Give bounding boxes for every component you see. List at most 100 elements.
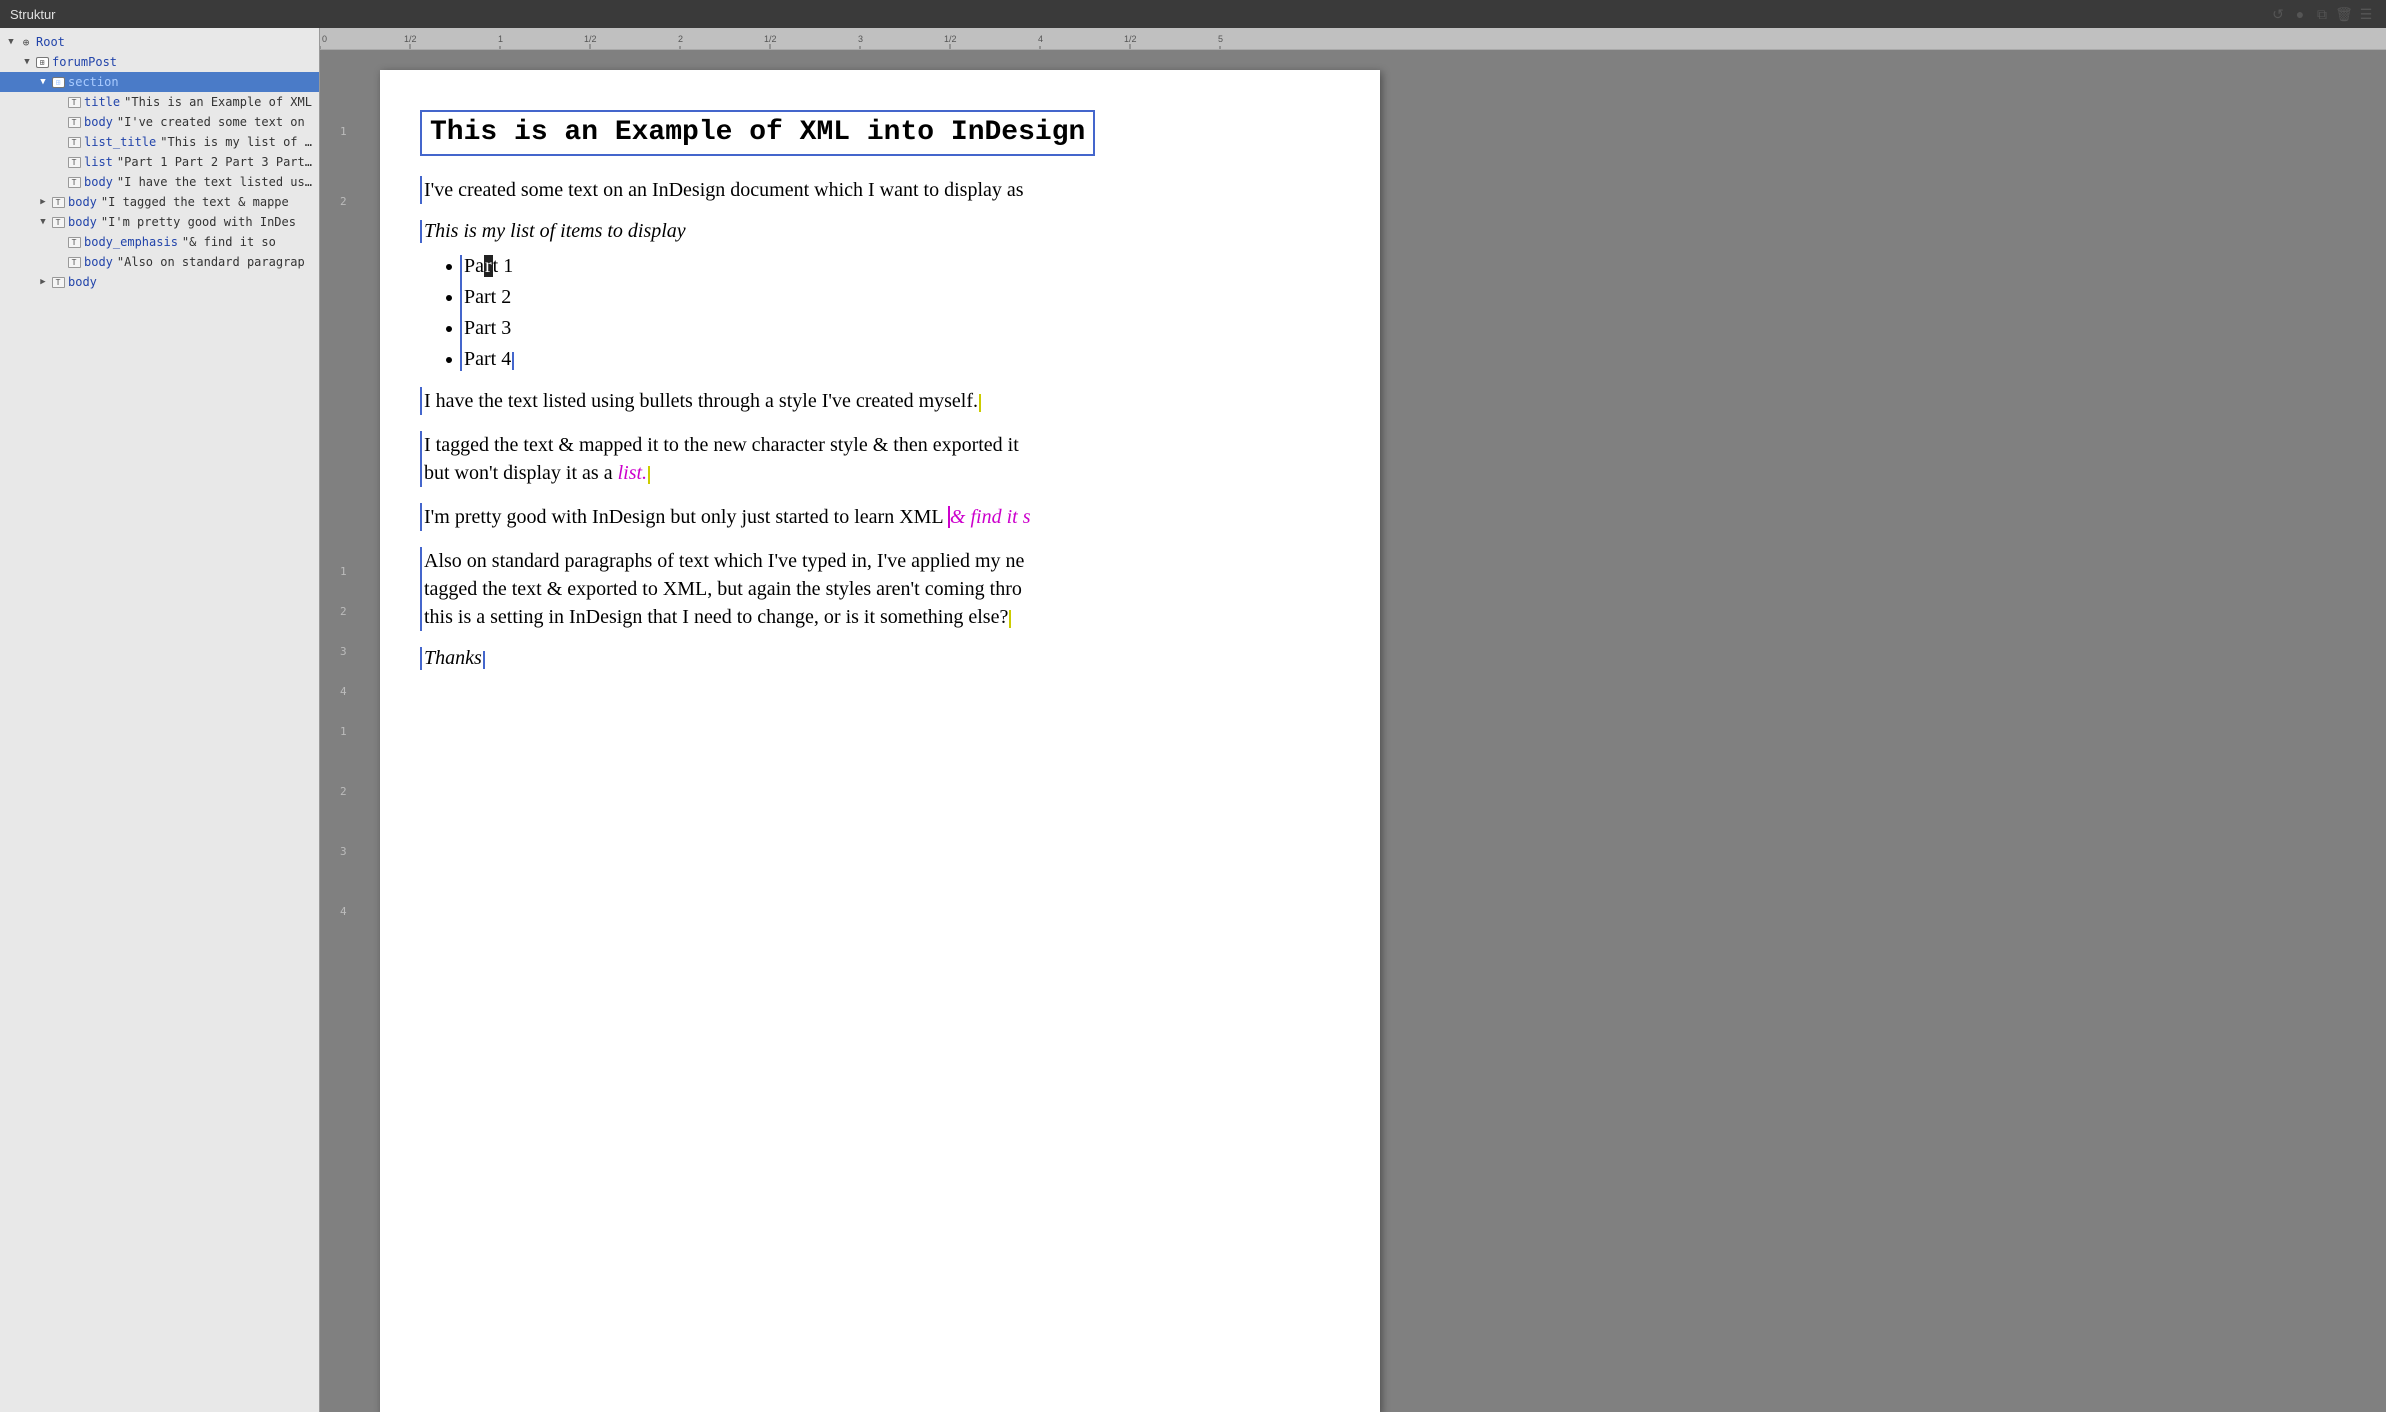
- record-btn[interactable]: ●: [2290, 4, 2310, 24]
- tree-node-body2[interactable]: T body "I have the text listed using: [0, 172, 319, 192]
- icon-title: T: [66, 95, 82, 109]
- icon-section: ⊞: [50, 75, 66, 89]
- tree-node-title[interactable]: T title "This is an Example of XML: [0, 92, 319, 112]
- tree-node-section[interactable]: ▼ ⊞ section: [0, 72, 319, 92]
- document-body3: I tagged the text & mapped it to the new…: [420, 431, 1340, 487]
- document-thanks: Thanks: [420, 647, 1340, 670]
- label-body2: body: [84, 175, 113, 189]
- value-body4: "I'm pretty good with InDes: [101, 215, 296, 229]
- document-area[interactable]: 0 1/2 1 1/2 2 1/2 3 1/2 4 1/2: [320, 28, 2386, 1412]
- page-num-2b: 2: [340, 606, 360, 646]
- svg-text:1/2: 1/2: [944, 34, 957, 44]
- svg-text:4: 4: [1038, 34, 1043, 44]
- toggle-root[interactable]: ▼: [4, 35, 18, 49]
- page-num-3c: 3: [340, 846, 360, 906]
- toggle-forumPost[interactable]: ▼: [20, 55, 34, 69]
- page-num-4b: 4: [340, 686, 360, 726]
- value-title: "This is an Example of XML: [124, 95, 312, 109]
- title-bar: Struktur ↺ ● ⧉ 🗑 ☰: [0, 0, 2386, 28]
- list-item-3-text: Part 3: [464, 317, 511, 339]
- page-num-2c: 2: [340, 786, 360, 846]
- list-item-2-text: Part 2: [464, 286, 511, 308]
- list-item-1-text: Part 1: [464, 255, 513, 277]
- value-list-title: "This is my list of items: [160, 135, 315, 149]
- tree-node-body-emphasis[interactable]: T body_emphasis "& find it so: [0, 232, 319, 252]
- icon-body-emphasis: T: [66, 235, 82, 249]
- ruler-svg: 0 1/2 1 1/2 2 1/2 3 1/2 4 1/2: [320, 28, 2386, 50]
- document-body5: Also on standard paragraphs of text whic…: [420, 547, 1340, 631]
- label-root: Root: [36, 35, 65, 49]
- svg-text:1/2: 1/2: [1124, 34, 1137, 44]
- svg-text:1: 1: [498, 34, 503, 44]
- label-list: list: [84, 155, 113, 169]
- icon-body4: T: [50, 215, 66, 229]
- toggle-body-emphasis: [52, 235, 66, 249]
- svg-text:5: 5: [1218, 34, 1223, 44]
- icon-body5: T: [66, 255, 82, 269]
- icon-root: ⊕: [18, 35, 34, 49]
- icon-body3: T: [50, 195, 66, 209]
- label-list-title: list_title: [84, 135, 156, 149]
- tree-node-body3[interactable]: ▶ T body "I tagged the text & mappe: [0, 192, 319, 212]
- tree-node-list[interactable]: T list "Part 1 Part 2 Part 3 Part 4": [0, 152, 319, 172]
- list-item-4: Part 4: [464, 348, 1340, 371]
- page: This is an Example of XML into InDesign …: [380, 70, 1380, 1412]
- tree-view[interactable]: ▼ ⊕ Root ▼ ⊞ forumPost ▼: [0, 28, 319, 1412]
- icon-body6: T: [50, 275, 66, 289]
- toggle-body4[interactable]: ▼: [36, 215, 50, 229]
- value-body5: "Also on standard paragrap: [117, 255, 305, 269]
- tree-node-list-title[interactable]: T list_title "This is my list of items: [0, 132, 319, 152]
- page-num-1b: 1: [340, 566, 360, 606]
- tree-node-forumPost[interactable]: ▼ ⊞ forumPost: [0, 52, 319, 72]
- menu-btn[interactable]: ☰: [2356, 4, 2376, 24]
- body3-italic: list.: [618, 462, 647, 484]
- page-num-3b: 3: [340, 646, 360, 686]
- svg-text:0: 0: [322, 34, 327, 44]
- toggle-body3[interactable]: ▶: [36, 195, 50, 209]
- refresh-btn[interactable]: ↺: [2268, 4, 2288, 24]
- svg-text:1/2: 1/2: [404, 34, 417, 44]
- label-body-emphasis: body_emphasis: [84, 235, 178, 249]
- tree-node-body6[interactable]: ▶ T body: [0, 272, 319, 292]
- document-body4: I'm pretty good with InDesign but only j…: [420, 503, 1340, 531]
- label-section: section: [68, 75, 119, 89]
- label-body4: body: [68, 215, 97, 229]
- toggle-body5: [52, 255, 66, 269]
- svg-text:1/2: 1/2: [584, 34, 597, 44]
- label-body3: body: [68, 195, 97, 209]
- page-num-2: 2: [340, 196, 360, 266]
- toolbar: ↺ ● ⧉ 🗑 ☰: [2268, 4, 2376, 24]
- document-title: This is an Example of XML into InDesign: [420, 110, 1095, 156]
- app-title: Struktur: [10, 7, 56, 22]
- icon-list-title: T: [66, 135, 82, 149]
- label-body5: body: [84, 255, 113, 269]
- document-body1: I've created some text on an InDesign do…: [420, 176, 1340, 204]
- page-numbers-left: 1 2 1 2 3 4 1 2 3 4: [340, 70, 360, 1412]
- value-body3: "I tagged the text & mappe: [101, 195, 289, 209]
- tree-node-body4[interactable]: ▼ T body "I'm pretty good with InDes: [0, 212, 319, 232]
- copy-btn[interactable]: ⧉: [2312, 4, 2332, 24]
- list-item-2: Part 2: [464, 286, 1340, 309]
- delete-btn[interactable]: 🗑: [2334, 4, 2354, 24]
- value-body-emphasis: "& find it so: [182, 235, 276, 249]
- document-list: Part 1 Part 2 Part 3 Part 4: [460, 255, 1340, 371]
- list-item-4-text: Part 4: [464, 348, 514, 370]
- value-list: "Part 1 Part 2 Part 3 Part 4": [117, 155, 315, 169]
- value-body1: "I've created some text on: [117, 115, 305, 129]
- toggle-list: [52, 155, 66, 169]
- tree-node-root[interactable]: ▼ ⊕ Root: [0, 32, 319, 52]
- document-body2: I have the text listed using bullets thr…: [420, 387, 1340, 415]
- toggle-body6[interactable]: ▶: [36, 275, 50, 289]
- icon-body1: T: [66, 115, 82, 129]
- icon-list: T: [66, 155, 82, 169]
- tree-node-body5[interactable]: T body "Also on standard paragrap: [0, 252, 319, 272]
- toggle-list-title: [52, 135, 66, 149]
- toggle-section[interactable]: ▼: [36, 75, 50, 89]
- document-list-title: This is my list of items to display: [420, 220, 1340, 243]
- page-num-list: [340, 266, 360, 566]
- tree-node-body1[interactable]: T body "I've created some text on: [0, 112, 319, 132]
- label-body1: body: [84, 115, 113, 129]
- list-item-3: Part 3: [464, 317, 1340, 340]
- label-body6: body: [68, 275, 97, 289]
- page-num-4c: 4: [340, 906, 360, 966]
